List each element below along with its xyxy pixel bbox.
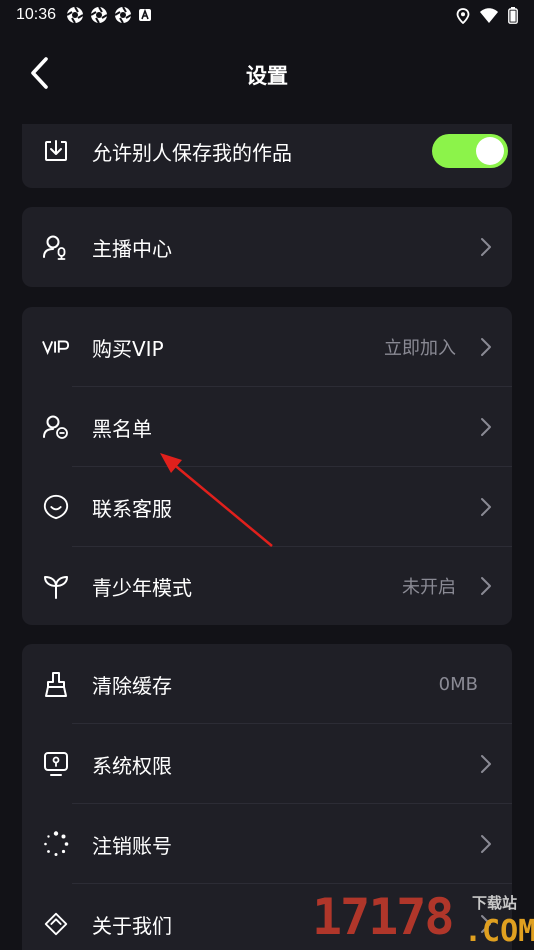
chevron-right-icon — [481, 498, 491, 516]
row-blacklist[interactable]: 黑名单 — [22, 387, 512, 467]
watermark-sub: 下载站 — [472, 894, 518, 912]
status-bar: 10:36 — [0, 0, 534, 30]
watermark: 17178 下载站 .COM — [312, 888, 534, 950]
download-icon — [42, 137, 70, 165]
row-buy-vip[interactable]: 购买VIP 立即加入 — [22, 307, 512, 387]
row-delete-account-label: 注销账号 — [92, 833, 172, 858]
toggle-knob — [476, 137, 504, 165]
wifi-icon — [480, 8, 498, 23]
permission-icon — [42, 750, 70, 778]
row-clear-cache-label: 清除缓存 — [92, 673, 172, 698]
aperture-icon — [90, 6, 108, 24]
row-contact-service[interactable]: 联系客服 — [22, 467, 512, 547]
allow-save-toggle[interactable] — [432, 134, 508, 168]
row-system-permission-label: 系统权限 — [92, 753, 172, 778]
customer-service-icon — [42, 493, 70, 521]
a-badge-icon — [139, 8, 152, 21]
host-center-icon — [42, 233, 70, 261]
row-host-center-label: 主播中心 — [92, 236, 172, 261]
aperture-icon — [66, 6, 84, 24]
row-buy-vip-label: 购买VIP — [92, 336, 164, 361]
row-teen-mode[interactable]: 青少年模式 未开启 — [22, 547, 512, 625]
row-clear-cache-value: 0MB — [438, 673, 478, 695]
row-clear-cache[interactable]: 清除缓存 0MB — [22, 644, 512, 724]
location-icon — [456, 7, 470, 24]
row-system-permission[interactable]: 系统权限 — [22, 724, 512, 804]
row-teen-mode-label: 青少年模式 — [92, 575, 192, 600]
status-icons-right — [456, 7, 518, 24]
row-delete-account[interactable]: 注销账号 — [22, 804, 512, 884]
card-host: 主播中心 — [22, 207, 512, 287]
broom-icon — [42, 670, 70, 698]
row-allow-save: 允许别人保存我的作品 — [22, 124, 512, 178]
aperture-icon — [114, 6, 132, 24]
header: 设置 — [0, 44, 534, 104]
page-title: 设置 — [246, 64, 288, 88]
chevron-right-icon — [481, 238, 491, 256]
watermark-number: 17178 — [312, 888, 455, 946]
row-blacklist-label: 黑名单 — [92, 416, 152, 441]
chevron-right-icon — [481, 835, 491, 853]
vip-icon — [42, 333, 70, 361]
chevron-right-icon — [481, 577, 491, 595]
blacklist-icon — [42, 413, 70, 441]
chevron-right-icon — [481, 418, 491, 436]
row-allow-save-label: 允许别人保存我的作品 — [92, 140, 292, 165]
chevron-right-icon — [481, 755, 491, 773]
about-icon — [42, 910, 70, 938]
watermark-domain: .COM — [464, 914, 534, 949]
card-save: 允许别人保存我的作品 — [22, 124, 512, 188]
row-contact-service-label: 联系客服 — [92, 496, 172, 521]
row-buy-vip-value: 立即加入 — [384, 338, 456, 359]
row-about-us-label: 关于我们 — [92, 913, 172, 938]
row-host-center[interactable]: 主播中心 — [22, 207, 512, 287]
sprout-icon — [42, 572, 70, 600]
status-time: 10:36 — [16, 6, 57, 23]
card-account: 购买VIP 立即加入 黑名单 联系客服 青少年模式 未开启 — [22, 307, 512, 625]
chevron-right-icon — [481, 338, 491, 356]
battery-icon — [508, 7, 518, 24]
row-teen-mode-value: 未开启 — [402, 577, 456, 598]
status-icons-left — [66, 6, 152, 24]
loading-dots-icon — [42, 830, 70, 858]
